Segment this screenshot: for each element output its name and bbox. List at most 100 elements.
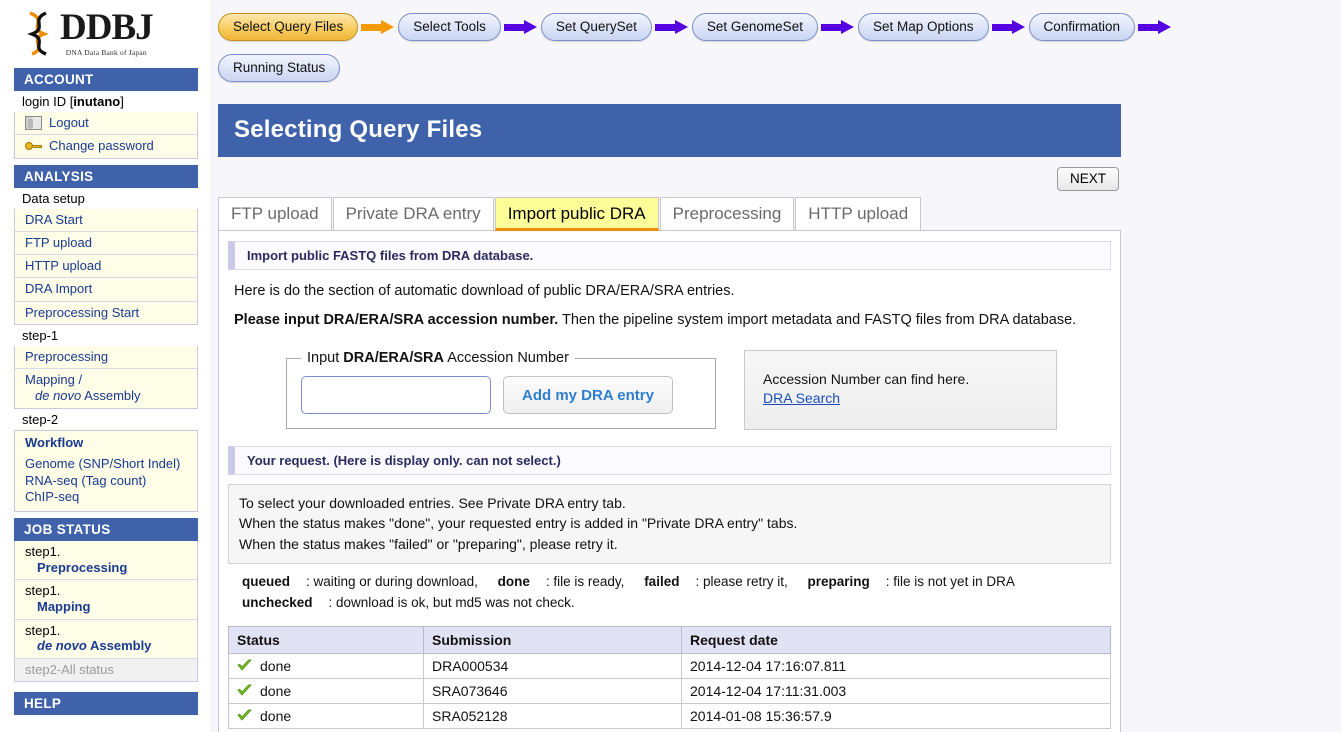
login-id-row: login ID [inutano]: [14, 91, 198, 112]
request-section-bar: Your request. (Here is display only. can…: [228, 446, 1111, 475]
sidebar-heading-job-status: JOB STATUS: [14, 518, 198, 541]
sidebar-item-ftp-upload[interactable]: FTP upload: [15, 232, 197, 255]
step-set-genomeset[interactable]: Set GenomeSet: [692, 13, 818, 41]
job-status-item-all-status[interactable]: step2-All status: [15, 659, 197, 682]
tab-http-upload[interactable]: HTTP upload: [795, 197, 921, 231]
accession-legend: Input DRA/ERA/SRA Accession Number: [301, 350, 575, 366]
key-icon: [25, 139, 42, 153]
sidebar-item-dra-import[interactable]: DRA Import: [15, 278, 197, 301]
arrow-icon-4: [821, 20, 855, 34]
cell-status: done: [229, 703, 424, 728]
login-id-label: login ID [: [22, 94, 73, 109]
step1-nav-box: Preprocessing Mapping / de novo Assembly: [14, 346, 198, 409]
add-dra-entry-button[interactable]: Add my DRA entry: [503, 376, 673, 414]
cell-submission: SRA052128: [424, 703, 682, 728]
arrow-icon-3: [655, 20, 689, 34]
job-status-name-2: Assembly: [90, 638, 151, 653]
legend-term-unchecked: unchecked: [242, 595, 313, 610]
note-line-1: To select your downloaded entries. See P…: [239, 493, 1100, 513]
step-select-query-files[interactable]: Select Query Files: [218, 13, 358, 41]
step-confirmation[interactable]: Confirmation: [1029, 13, 1136, 41]
legend-desc-queued: : waiting or during download,: [306, 574, 478, 589]
sidebar-item-logout[interactable]: Logout: [15, 112, 197, 135]
login-id-label-end: ]: [120, 94, 124, 109]
workflow-box: Workflow Genome (SNP/Short Indel) RNA-se…: [14, 430, 198, 513]
legend-desc-unchecked: : download is ok, but md5 was not check.: [329, 595, 575, 610]
sidebar-item-preprocessing[interactable]: Preprocessing: [15, 346, 197, 369]
step-running-status[interactable]: Running Status: [218, 54, 340, 82]
job-status-item-preprocessing[interactable]: step1. Preprocessing: [15, 541, 197, 580]
dna-helix-icon: [22, 10, 56, 56]
check-icon: [237, 684, 252, 700]
legend-desc-failed: : please retry it,: [695, 574, 787, 589]
page-title: Selecting Query Files: [218, 104, 1121, 157]
status-text: done: [260, 658, 291, 674]
tab-import-public-dra[interactable]: Import public DRA: [495, 197, 659, 231]
column-header-status: Status: [229, 626, 424, 653]
sidebar-heading-account: ACCOUNT: [14, 68, 198, 91]
cell-request-date: 2014-12-04 17:16:07.811: [682, 653, 1111, 678]
import-section-bar: Import public FASTQ files from DRA datab…: [228, 241, 1111, 270]
sidebar-item-preprocessing-start[interactable]: Preprocessing Start: [15, 302, 197, 324]
sidebar-item-genome-snp[interactable]: Genome (SNP/Short Indel): [25, 456, 191, 472]
cell-status: done: [229, 678, 424, 703]
next-button[interactable]: NEXT: [1057, 167, 1119, 191]
page-root: DDBJ DNA Data Bank of Japan ACCOUNT logi…: [0, 0, 1341, 732]
job-status-item-mapping[interactable]: step1. Mapping: [15, 580, 197, 619]
tab-bar: FTP upload Private DRA entry Import publ…: [218, 197, 1121, 231]
sidebar-item-rna-seq[interactable]: RNA-seq (Tag count): [25, 473, 191, 489]
cell-submission: SRA073646: [424, 678, 682, 703]
step-set-map-options[interactable]: Set Map Options: [858, 13, 989, 41]
accession-legend-post: Accession Number: [444, 350, 569, 366]
column-header-submission: Submission: [424, 626, 682, 653]
accession-legend-pre: Input: [307, 350, 343, 366]
sidebar-item-dra-start[interactable]: DRA Start: [15, 209, 197, 232]
check-icon: [237, 659, 252, 675]
job-status-step-1: step1.: [25, 583, 60, 598]
intro-paragraph: Here is do the section of automatic down…: [234, 283, 1111, 299]
accession-input[interactable]: [301, 376, 491, 414]
door-icon: [25, 116, 42, 130]
account-nav-box: Logout Change password: [14, 112, 198, 159]
job-status-step-2: step1.: [25, 623, 60, 638]
note-line-3: When the status makes "failed" or "prepa…: [239, 534, 1100, 554]
job-status-name-0: Preprocessing: [25, 560, 191, 576]
arrow-icon-6: [1138, 20, 1172, 34]
mapping-italic: de novo: [35, 388, 81, 403]
accession-help-text: Accession Number can find here.: [763, 371, 969, 387]
instruction-rest: Then the pipeline system import metadata…: [558, 312, 1076, 328]
tab-private-dra-entry[interactable]: Private DRA entry: [333, 197, 494, 231]
legend-term-queued: queued: [242, 574, 290, 589]
accession-row: Input DRA/ERA/SRA Accession Number Add m…: [286, 350, 1111, 430]
main-content: Selecting Query Files NEXT FTP upload Pr…: [218, 104, 1121, 732]
job-status-box: step1. Preprocessing step1. Mapping step…: [14, 541, 198, 682]
tab-preprocessing[interactable]: Preprocessing: [660, 197, 795, 231]
legend-desc-preparing: : file is not yet in DRA: [886, 574, 1015, 589]
data-setup-nav-box: DRA Start FTP upload HTTP upload DRA Imp…: [14, 209, 198, 325]
sidebar-item-chip-seq[interactable]: ChIP-seq: [25, 489, 191, 505]
dra-search-link[interactable]: DRA Search: [763, 390, 1056, 406]
sidebar-item-http-upload[interactable]: HTTP upload: [15, 255, 197, 278]
table-row: done SRA052128 2014-01-08 15:36:57.9: [229, 703, 1111, 728]
step-select-tools[interactable]: Select Tools: [398, 13, 501, 41]
cell-request-date: 2014-12-04 17:11:31.003: [682, 678, 1111, 703]
sidebar-item-logout-label: Logout: [49, 115, 89, 131]
request-note-box: To select your downloaded entries. See P…: [228, 484, 1111, 564]
workflow-steps-row-2: Running Status: [218, 53, 1318, 83]
mapping-line2: Assembly: [84, 388, 140, 403]
legend-term-preparing: preparing: [808, 574, 870, 589]
table-row: done SRA073646 2014-12-04 17:11:31.003: [229, 678, 1111, 703]
legend-term-done: done: [498, 574, 530, 589]
tab-ftp-upload[interactable]: FTP upload: [218, 197, 332, 231]
mapping-line1: Mapping /: [25, 372, 82, 387]
sidebar-item-change-password[interactable]: Change password: [15, 135, 197, 157]
sidebar-item-mapping-assembly[interactable]: Mapping / de novo Assembly: [15, 369, 197, 408]
brand-subtitle: DNA Data Bank of Japan: [60, 48, 153, 57]
job-status-item-assembly[interactable]: step1. de novo Assembly: [15, 620, 197, 659]
sidebar-item-change-password-label: Change password: [49, 138, 154, 154]
accession-fieldset: Input DRA/ERA/SRA Accession Number Add m…: [286, 350, 716, 429]
step-set-queryset[interactable]: Set QuerySet: [541, 13, 652, 41]
cell-request-date: 2014-01-08 15:36:57.9: [682, 703, 1111, 728]
table-header-row: Status Submission Request date: [229, 626, 1111, 653]
job-status-name-1: Mapping: [25, 599, 191, 615]
